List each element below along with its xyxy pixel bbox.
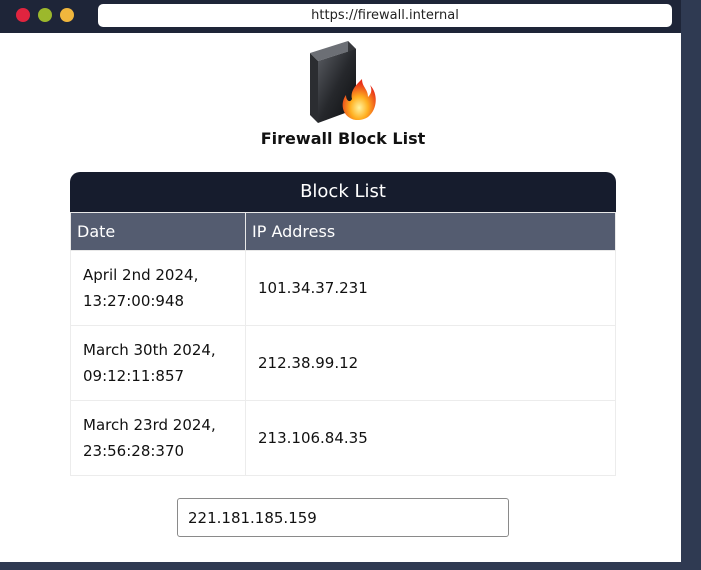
browser-window: https://firewall.internal Firewall Block… bbox=[0, 0, 681, 562]
row-ip: 212.38.99.12 bbox=[245, 325, 616, 401]
block-list-title: Block List bbox=[70, 172, 616, 212]
table-header-row: Date IP Address bbox=[70, 212, 616, 251]
table-row: March 30th 2024, 09:12:11:857 212.38.99.… bbox=[70, 325, 616, 401]
page-content: Firewall Block List Block List Date IP A… bbox=[0, 33, 681, 562]
app-title: Firewall Block List bbox=[260, 129, 426, 148]
column-header-ip: IP Address bbox=[245, 212, 616, 251]
maximize-window-button[interactable] bbox=[60, 8, 74, 22]
row-date: March 30th 2024, 09:12:11:857 bbox=[70, 325, 246, 401]
block-list-table: Date IP Address April 2nd 2024, 13:27:00… bbox=[70, 212, 616, 476]
ip-address-input[interactable] bbox=[177, 498, 509, 537]
column-header-date: Date bbox=[70, 212, 246, 251]
row-date: April 2nd 2024, 13:27:00:948 bbox=[70, 250, 246, 326]
firewall-fire-icon bbox=[310, 41, 376, 123]
address-bar[interactable]: https://firewall.internal bbox=[98, 4, 672, 27]
minimize-window-button[interactable] bbox=[38, 8, 52, 22]
close-window-button[interactable] bbox=[16, 8, 30, 22]
table-row: April 2nd 2024, 13:27:00:948 101.34.37.2… bbox=[70, 250, 616, 326]
block-list-panel: Block List Date IP Address April 2nd 202… bbox=[70, 172, 616, 476]
row-ip: 213.106.84.35 bbox=[245, 400, 616, 476]
browser-titlebar: https://firewall.internal bbox=[0, 0, 681, 33]
row-date: March 23rd 2024, 23:56:28:370 bbox=[70, 400, 246, 476]
row-ip: 101.34.37.231 bbox=[245, 250, 616, 326]
table-row: March 23rd 2024, 23:56:28:370 213.106.84… bbox=[70, 400, 616, 476]
